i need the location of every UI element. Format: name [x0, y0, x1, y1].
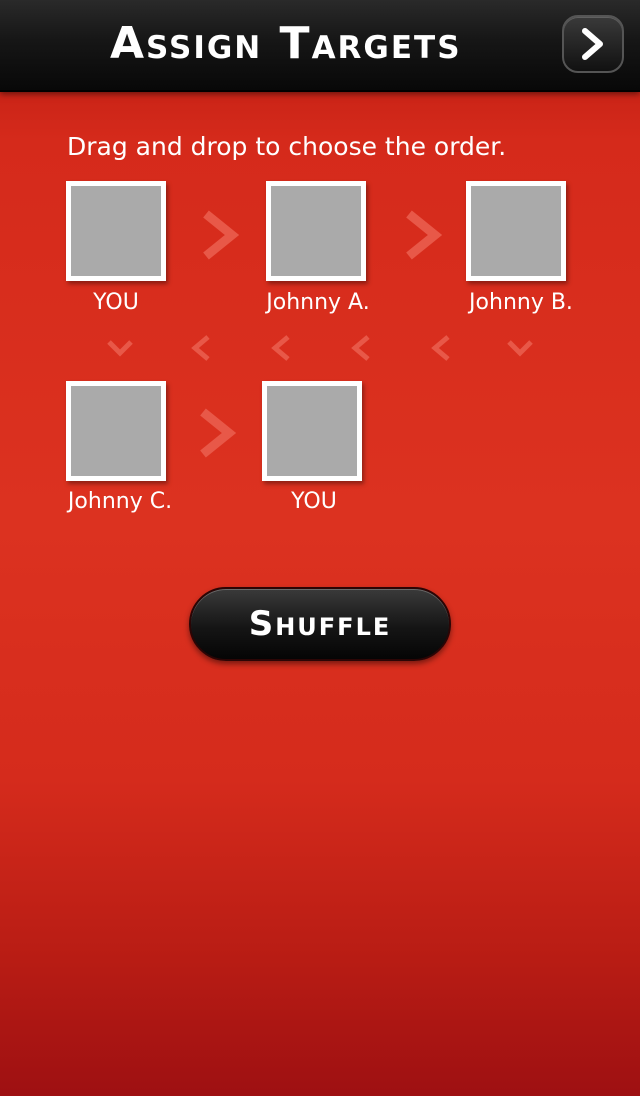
arrow-right-icon [406, 210, 443, 260]
target-slot-4[interactable] [66, 381, 166, 481]
target-slot-3[interactable] [466, 181, 566, 281]
arrow-left-icon [431, 335, 450, 361]
arrow-down-icon [107, 340, 133, 357]
target-slot-2[interactable] [266, 181, 366, 281]
target-label-4: Johnny C. [67, 489, 173, 514]
target-label-5: YOU [291, 489, 337, 514]
arrow-down-icon [507, 340, 533, 357]
target-label-3: Johnny B. [469, 290, 573, 315]
shuffle-button-label: Shuffle [248, 604, 392, 644]
arrow-left-icon [191, 335, 210, 361]
target-slot-5[interactable] [262, 381, 362, 481]
shuffle-button[interactable]: Shuffle [189, 587, 451, 661]
chevron-right-icon [582, 28, 603, 60]
header-bar: Assign Targets [0, 0, 640, 92]
arrow-right-icon [200, 408, 237, 458]
instruction-text: Drag and drop to choose the order. [67, 132, 507, 161]
arrow-left-icon [271, 335, 290, 361]
target-slot-1[interactable] [66, 181, 166, 281]
target-label-1: YOU [93, 290, 139, 315]
arrow-right-icon [203, 210, 240, 260]
page-title: Assign Targets [110, 18, 462, 69]
target-label-2: Johnny A. [266, 290, 370, 315]
arrow-left-icon [351, 335, 370, 361]
next-button[interactable] [562, 15, 624, 73]
